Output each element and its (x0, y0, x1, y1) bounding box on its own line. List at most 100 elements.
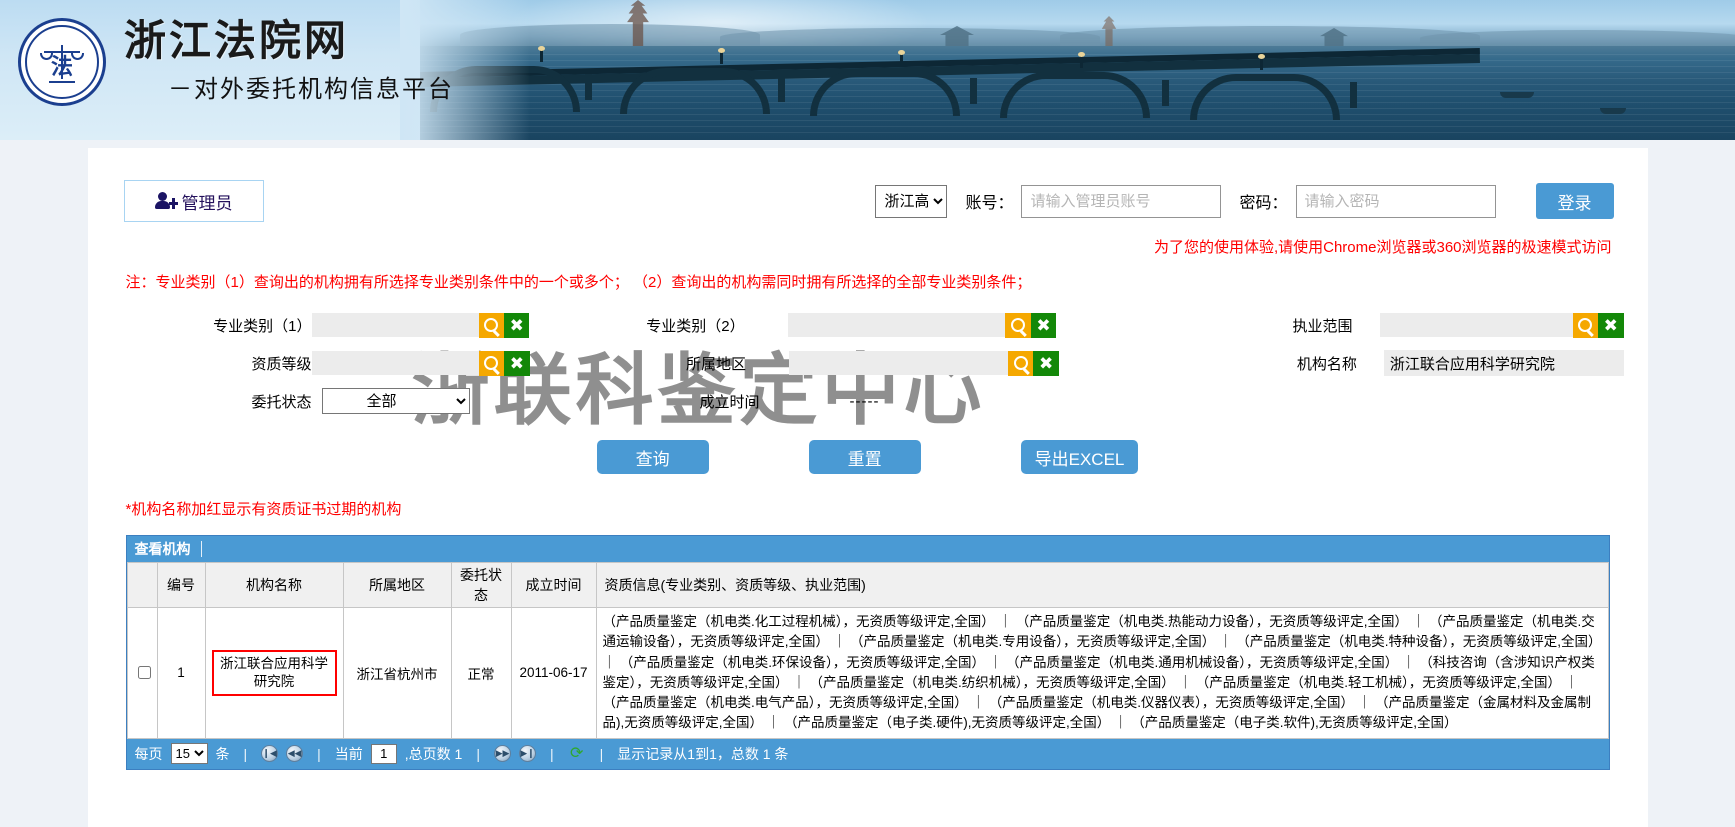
clear-icon: ✖ (1036, 317, 1050, 334)
row-state: 正常 (451, 608, 511, 739)
category2-label: 专业类别（2） (641, 315, 745, 336)
query-button[interactable]: 查询 (597, 440, 709, 474)
category2-clear-button[interactable]: ✖ (1031, 313, 1056, 338)
current-page-input[interactable] (371, 744, 397, 764)
export-excel-button[interactable]: 导出EXCEL (1021, 440, 1139, 474)
form-row-2: 资质等级 ✖ 所属地区 ✖ 机构名称 (112, 344, 1624, 382)
pager-divider: | (550, 746, 554, 762)
practice-scope-clear-button[interactable]: ✖ (1598, 313, 1623, 338)
grid-title-bar: 查看机构 (127, 536, 1609, 562)
practice-scope-input[interactable] (1380, 313, 1573, 337)
page-size-select[interactable]: 15 (171, 743, 208, 764)
hill-silhouette (1060, 26, 1480, 46)
site-title: 浙江法院网 (124, 20, 454, 64)
qualification-clear-button[interactable]: ✖ (504, 351, 530, 376)
account-label: 账号： (965, 189, 1013, 213)
row-org-name-cell: 浙江联合应用科学研究院 (205, 608, 343, 739)
qualification-input[interactable] (312, 351, 479, 375)
record-summary: 显示记录从1到1，总数 1 条 (617, 744, 788, 764)
th-found-date: 成立时间 (511, 563, 596, 608)
filter-help-note: 注：专业类别（1）查询出的机构拥有所选择专业类别条件中的一个或多个； （2）查询… (126, 271, 1624, 292)
clear-icon: ✖ (510, 317, 524, 334)
form-row-3: 委托状态 全部 成立时间 ----- (112, 382, 1624, 420)
th-no: 编号 (157, 563, 205, 608)
grid-title-label[interactable]: 查看机构 (135, 539, 191, 559)
per-page-label: 每页 (135, 744, 163, 764)
region-input[interactable] (789, 351, 1008, 375)
site-subtitle: －对外委托机构信息平台 (124, 69, 454, 104)
form-actions: 查询 重置 导出EXCEL (112, 440, 1624, 474)
qualification-label: 资质等级 (112, 353, 312, 374)
org-name-label: 机构名称 (1281, 353, 1357, 374)
category1-clear-button[interactable]: ✖ (504, 313, 529, 338)
hill-silhouette (720, 28, 1100, 46)
boat-icon (1600, 108, 1626, 114)
row-qualification: （产品质量鉴定（机电类.化工过程机械），无资质等级评定,全国） ｜ （产品质量鉴… (596, 608, 1608, 739)
bridge-graphic (420, 60, 1480, 112)
clear-icon: ✖ (510, 355, 524, 372)
clear-icon: ✖ (1039, 355, 1053, 372)
pager-divider: | (244, 746, 248, 762)
row-select-cell (127, 608, 157, 739)
boat-icon (1500, 92, 1534, 98)
row-area: 浙江省杭州市 (343, 608, 451, 739)
reset-button[interactable]: 重置 (809, 440, 921, 474)
category1-input[interactable] (312, 313, 479, 337)
site-logo: 法 浙江法院网 －对外委托机构信息平台 (18, 18, 454, 106)
last-page-icon[interactable]: ▶❙ (519, 745, 536, 762)
form-row-1: 专业类别（1） ✖ 专业类别（2） ✖ 执业范围 ✖ (112, 306, 1624, 344)
search-icon (484, 318, 498, 332)
court-select[interactable]: 浙江高院 (875, 185, 947, 218)
next-page-icon[interactable]: ▶▶ (494, 745, 511, 762)
practice-scope-label: 执业范围 (1277, 315, 1352, 336)
pagination-bar: 每页 15 条 | ❙◀ ◀◀ | 当前 ,总页数 1 | ▶▶ ▶❙ | ⟳ … (127, 739, 1609, 769)
site-banner: 法 浙江法院网 －对外委托机构信息平台 (0, 0, 1735, 140)
category1-search-button[interactable] (479, 313, 504, 338)
category1-label: 专业类别（1） (112, 315, 312, 336)
account-input[interactable] (1021, 185, 1221, 218)
login-button[interactable]: 登录 (1536, 183, 1614, 219)
practice-scope-search-button[interactable] (1573, 313, 1598, 338)
per-page-unit: 条 (216, 744, 230, 764)
banner-photo (420, 0, 1735, 140)
th-select (127, 563, 157, 608)
password-input[interactable] (1296, 185, 1496, 218)
found-time-label: 成立时间 (650, 391, 760, 412)
institution-table: 编号 机构名称 所属地区 委托状态 成立时间 资质信息(专业类别、资质等级、执业… (127, 562, 1609, 739)
results-grid: 查看机构 编号 机构名称 所属地区 委托状态 成立时间 资质信息(专业类别、资质… (126, 535, 1610, 770)
user-add-icon (155, 192, 175, 210)
clear-icon: ✖ (1604, 317, 1618, 334)
org-name-input[interactable] (1384, 350, 1624, 376)
refresh-icon[interactable]: ⟳ (568, 745, 586, 763)
total-pages-label: ,总页数 1 (405, 744, 463, 764)
row-no: 1 (157, 608, 205, 739)
region-clear-button[interactable]: ✖ (1033, 351, 1059, 376)
admin-button[interactable]: 管理员 (124, 180, 264, 222)
pager-divider: | (317, 746, 321, 762)
first-page-icon[interactable]: ❙◀ (261, 745, 278, 762)
category2-search-button[interactable] (1005, 313, 1030, 338)
page-background: 管理员 浙江高院 账号： 密码： 登录 为了您的使用体验,请使用Chrome浏览… (0, 140, 1735, 827)
th-qualification: 资质信息(专业类别、资质等级、执业范围) (596, 563, 1608, 608)
seal-glyph: 法 (51, 49, 73, 81)
browser-compat-note: 为了您的使用体验,请使用Chrome浏览器或360浏览器的极速模式访问 (112, 236, 1612, 257)
entrust-state-select[interactable]: 全部 (322, 388, 470, 414)
admin-button-label: 管理员 (182, 189, 233, 214)
found-time-value[interactable]: ----- (850, 393, 880, 410)
row-checkbox[interactable] (138, 666, 151, 679)
main-card: 管理员 浙江高院 账号： 密码： 登录 为了您的使用体验,请使用Chrome浏览… (88, 148, 1648, 827)
expired-legend: *机构名称加红显示有资质证书过期的机构 (126, 498, 1624, 519)
qualification-search-button[interactable] (479, 351, 505, 376)
row-org-name[interactable]: 浙江联合应用科学研究院 (212, 650, 337, 696)
court-seal-icon: 法 (18, 18, 106, 106)
table-row: 1 浙江联合应用科学研究院 浙江省杭州市 正常 2011-06-17 （产品质量… (127, 608, 1608, 739)
region-search-button[interactable] (1008, 351, 1034, 376)
login-bar: 管理员 浙江高院 账号： 密码： 登录 (112, 172, 1624, 230)
th-org-name: 机构名称 (205, 563, 343, 608)
row-found-date: 2011-06-17 (511, 608, 596, 739)
search-form: 浙联科鉴定中心 专业类别（1） ✖ 专业类别（2） ✖ 执业范围 ✖ (112, 306, 1624, 474)
category2-input[interactable] (788, 313, 1006, 337)
prev-page-icon[interactable]: ◀◀ (286, 745, 303, 762)
th-state: 委托状态 (451, 563, 511, 608)
th-area: 所属地区 (343, 563, 451, 608)
